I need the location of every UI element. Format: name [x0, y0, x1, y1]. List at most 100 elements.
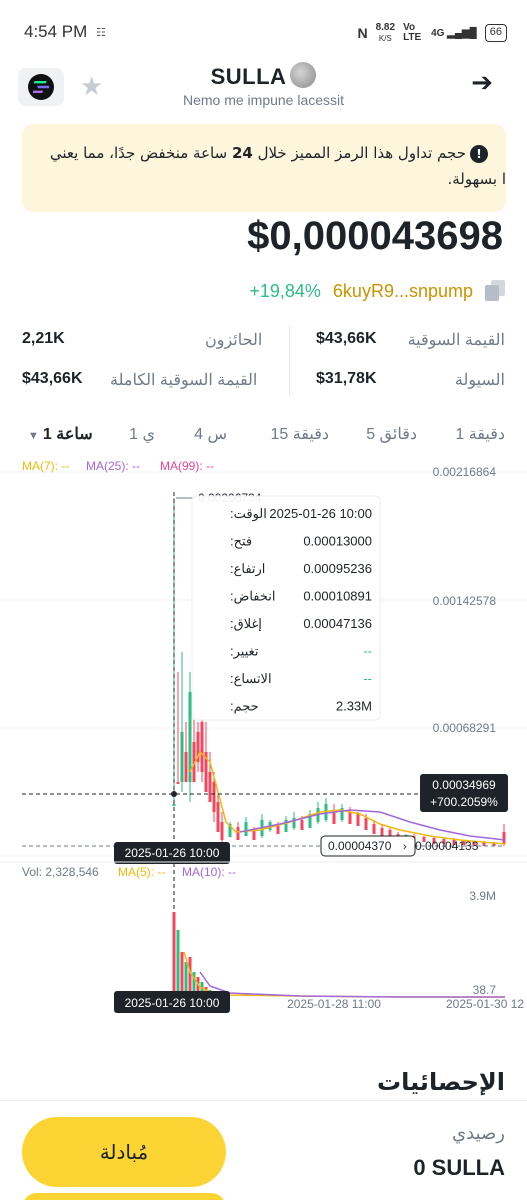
candle-body — [200, 722, 204, 772]
candle-body — [252, 830, 256, 840]
balance-label: رصيدي — [452, 1123, 505, 1144]
warning-text-3: ا بسهولة. — [447, 170, 506, 188]
secondary-button[interactable] — [22, 1193, 226, 1200]
candle-body — [372, 824, 376, 834]
tab-1m[interactable]: 1 دقيقة — [455, 424, 505, 444]
swap-button[interactable]: مُبادلة — [22, 1117, 226, 1187]
candle-body — [216, 802, 220, 832]
warning-highlight: 24 — [231, 144, 253, 162]
ma99-label: MA(99): -- — [160, 459, 214, 473]
ma7-label: MA(7): -- — [22, 459, 69, 473]
candlestick-chart[interactable]: MA(7): -- MA(25): -- MA(99): -- 0.002168… — [0, 452, 527, 1022]
ma5-label: MA(5): -- — [118, 865, 165, 879]
x-tick-1: 2025-01-26 10:00 — [125, 996, 220, 1010]
x-tick-2: 2025-01-28 11:00 — [287, 997, 381, 1011]
token-name: Nemo me impune lacessit — [182, 92, 345, 108]
volume-bar — [172, 912, 176, 997]
low-price-label: 0.00004370 — [328, 839, 392, 853]
candle-body — [172, 804, 176, 806]
candle-body — [364, 818, 368, 830]
contract-address[interactable]: 6kuyR9...snpump — [333, 281, 473, 302]
candle-body — [236, 827, 240, 840]
alert-icon: ! — [470, 145, 488, 163]
candle-body — [208, 772, 212, 802]
forward-arrow-icon[interactable]: ➔ — [471, 68, 493, 98]
y-tick-3: 0.00068291 — [433, 721, 497, 735]
tooltip-value: -- — [363, 671, 372, 686]
volume-y-top: 3.9M — [469, 889, 496, 903]
candle-body — [184, 752, 188, 782]
candle-body — [300, 820, 304, 830]
tooltip-label: الاتساع: — [230, 671, 272, 687]
market-cap-stat: القيمة السوقية — [408, 330, 505, 350]
volume-bar — [180, 952, 184, 997]
ma25-label: MA(25): -- — [86, 459, 140, 473]
tooltip-label: حجم: — [230, 699, 259, 715]
liquidity-value: $31,78K — [316, 370, 377, 387]
candle-body — [356, 814, 360, 826]
stats-divider — [289, 326, 290, 396]
candle-body — [348, 812, 352, 824]
speed-unit: K/S — [378, 34, 392, 43]
liquidity-stat: السيولة — [455, 370, 505, 390]
token-price: $0,000043698 — [247, 214, 503, 258]
volume-label: Vol: 2,328,546 — [22, 865, 99, 879]
fdv-label: القيمة السوقية الكاملة — [110, 372, 258, 389]
nfc-icon: N — [357, 25, 368, 41]
page-title: SULLA — [0, 62, 527, 90]
tooltip-label: الوقت: — [230, 506, 267, 522]
tooltip-label: فتح: — [230, 534, 252, 550]
tab-1h-label: 1 ساعة — [42, 426, 93, 443]
candle-body — [244, 822, 248, 836]
tab-1h[interactable]: ▼ 1 ساعة — [28, 424, 93, 444]
status-time: 4:54 PM — [24, 22, 88, 41]
tooltip-value: 2.33M — [336, 699, 372, 714]
candle-body — [176, 782, 180, 784]
market-cap-value: $43,66K — [316, 330, 377, 347]
tooltip-label: إغلاق: — [230, 616, 262, 632]
holders-label: الحائزون — [205, 332, 263, 349]
candle-body — [212, 782, 216, 812]
ma10-line — [199, 971, 505, 998]
tab-1d[interactable]: 1 ي — [129, 424, 155, 444]
volte-label: Vo LTE — [403, 22, 422, 43]
tooltip-value: 0.00095236 — [303, 561, 372, 576]
market-cap-label: القيمة السوقية — [407, 332, 505, 349]
timeframe-tabs: 1 دقيقة 5 دقائق 15 دقيقة 4 س 1 ي ▼ 1 ساعة — [0, 420, 527, 450]
tooltip-label: ارتفاع: — [230, 561, 265, 577]
speed-value: 8.82 — [375, 22, 396, 33]
tooltip-value: 0.00010891 — [303, 589, 372, 604]
copy-icon[interactable] — [485, 280, 507, 302]
tab-5m[interactable]: 5 دقائق — [366, 424, 417, 444]
signal-icon: 4G ▂▄▆█ — [431, 27, 477, 39]
tab-15m[interactable]: 15 دقيقة — [270, 424, 329, 444]
candle-body — [502, 832, 506, 844]
token-logo — [290, 62, 317, 88]
speed-indicator: 8.82 K/S — [376, 22, 395, 44]
warning-text-1: حجم تداول هذا الرمز المميز خلال — [252, 144, 466, 162]
battery-icon: 66 — [484, 24, 507, 42]
token-header: ★ SULLA Nemo me impune lacessit ➔ — [0, 62, 527, 112]
low-volume-warning: !حجم تداول هذا الرمز المميز خلال 24 ساعة… — [22, 124, 506, 212]
x-tick-3: 2025-01-30 12 — [446, 997, 524, 1011]
dropdown-icon: ▼ — [28, 430, 39, 442]
token-symbol: SULLA — [210, 64, 287, 89]
tooltip-label: انخفاض: — [230, 589, 276, 605]
candle-body — [380, 828, 384, 836]
crosshair-time-label: 2025-01-26 10:00 — [125, 846, 220, 860]
tab-4h[interactable]: 4 س — [194, 424, 227, 444]
status-icons: N 8.82 K/S Vo LTE 4G ▂▄▆█ 66 — [357, 22, 507, 44]
tooltip-label: تغيير: — [230, 644, 259, 660]
current-change-label: +700.2059% — [430, 795, 498, 809]
current-price-label: 0.00034969 — [432, 778, 496, 792]
tooltip-value: -- — [363, 644, 372, 659]
contract-row: +19,84% 6kuyR9...snpump — [249, 280, 507, 302]
holders-value: 2,21K — [22, 330, 65, 347]
statistics-section-title: الإحصائيات — [377, 1068, 505, 1096]
balance-value: 0 SULLA — [413, 1155, 505, 1180]
low-chevron-icon: › — [403, 841, 407, 853]
y-tick-2: 0.00142578 — [433, 594, 497, 608]
crosshair-dot — [171, 791, 177, 797]
right-low-label: 0.00004133 — [415, 839, 479, 853]
candle-body — [180, 732, 184, 782]
